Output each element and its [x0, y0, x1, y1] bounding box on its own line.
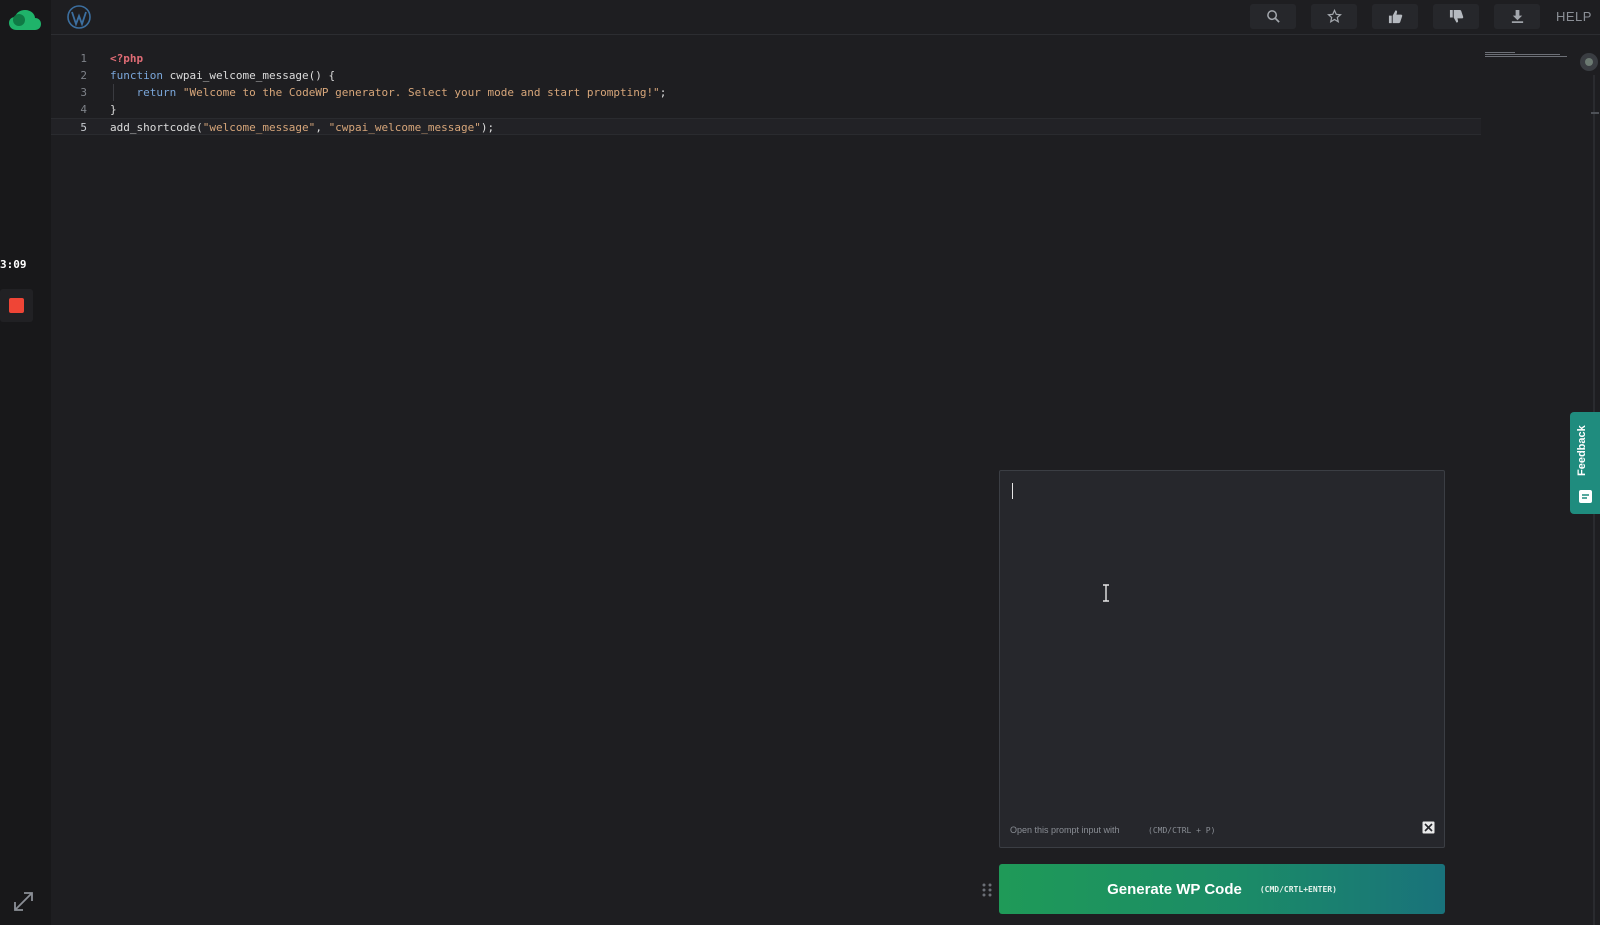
line-number: 5: [80, 121, 87, 134]
search-icon: [1266, 10, 1280, 23]
prompt-hint: Open this prompt input with: [1010, 825, 1120, 835]
code-token: return: [110, 86, 177, 99]
code-line[interactable]: 4}: [51, 101, 1481, 118]
generate-label: Generate WP Code: [1107, 880, 1242, 898]
code-line[interactable]: 1 <?php: [51, 50, 1481, 67]
code-token: function: [110, 69, 163, 82]
thumbs-up-button[interactable]: [1372, 4, 1418, 29]
scrollbar-marker: [1591, 112, 1599, 114]
drag-handle-icon[interactable]: [981, 882, 993, 898]
left-rail: 3:09: [0, 0, 51, 925]
prompt-hint-shortcut: (CMD/CTRL + P): [1148, 826, 1216, 835]
search-button[interactable]: [1250, 4, 1296, 29]
prompt-panel: Open this prompt input with (CMD/CTRL + …: [999, 470, 1445, 848]
generate-shortcut: (CMD/CRTL+ENTER): [1259, 884, 1337, 894]
download-button[interactable]: [1494, 4, 1540, 29]
scroll-thumb[interactable]: [1580, 53, 1598, 71]
code-token: "cwpai_welcome_message": [328, 121, 481, 134]
favorite-button[interactable]: [1311, 4, 1357, 29]
feedback-label: Feedback: [1576, 425, 1588, 477]
generate-code-button[interactable]: Generate WP Code (CMD/CRTL+ENTER): [999, 864, 1445, 914]
text-caret: [1012, 483, 1013, 499]
code-line[interactable]: 3 return "Welcome to the CodeWP generato…: [51, 84, 1481, 101]
wordpress-icon[interactable]: [67, 5, 91, 29]
code-token: add_shortcode(: [110, 121, 203, 134]
code-token: "Welcome to the CodeWP generator. Select…: [182, 86, 660, 99]
stop-icon: [9, 298, 24, 313]
line-number: 4: [80, 103, 87, 116]
code-token: "welcome_message": [202, 121, 316, 134]
codewp-logo-icon[interactable]: [8, 9, 42, 31]
thumbs-down-icon: [1449, 9, 1463, 23]
line-number: 1: [80, 52, 87, 65]
code-token: ;: [659, 86, 667, 99]
top-toolbar: HELP: [51, 0, 1600, 35]
line-number: 3: [80, 86, 87, 99]
minimap[interactable]: [1485, 50, 1575, 60]
expand-icon[interactable]: [13, 891, 34, 912]
help-link[interactable]: HELP: [1556, 9, 1592, 24]
prompt-input[interactable]: [1010, 481, 1434, 803]
code-line[interactable]: 5 add_shortcode("welcome_message", "cwpai…: [51, 118, 1481, 135]
line-number: 2: [80, 69, 87, 82]
code-text: }: [110, 101, 117, 118]
code-text: function cwpai_welcome_message() {: [110, 67, 335, 84]
thumbs-up-icon: [1388, 10, 1402, 24]
stop-recording-button[interactable]: [0, 289, 33, 322]
code-token: <?php: [110, 52, 144, 65]
feedback-tab[interactable]: Feedback: [1570, 412, 1600, 514]
code-line[interactable]: 2 function cwpai_welcome_message() {: [51, 67, 1481, 84]
code-token: }: [110, 103, 117, 116]
code-token: ,: [315, 121, 329, 134]
close-icon[interactable]: [1422, 821, 1435, 834]
chat-icon: [1579, 490, 1592, 503]
code-token: );: [480, 121, 495, 134]
code-token: cwpai_welcome_message() {: [162, 69, 336, 82]
code-text: add_shortcode("welcome_message", "cwpai_…: [110, 119, 494, 136]
thumbs-down-button[interactable]: [1433, 4, 1479, 29]
star-icon: [1326, 9, 1342, 24]
code-text: return "Welcome to the CodeWP generator.…: [110, 84, 666, 101]
recording-timer: 3:09: [0, 258, 27, 271]
text-cursor-icon: [1103, 584, 1109, 602]
download-icon: [1511, 9, 1523, 23]
code-text: <?php: [110, 50, 143, 67]
